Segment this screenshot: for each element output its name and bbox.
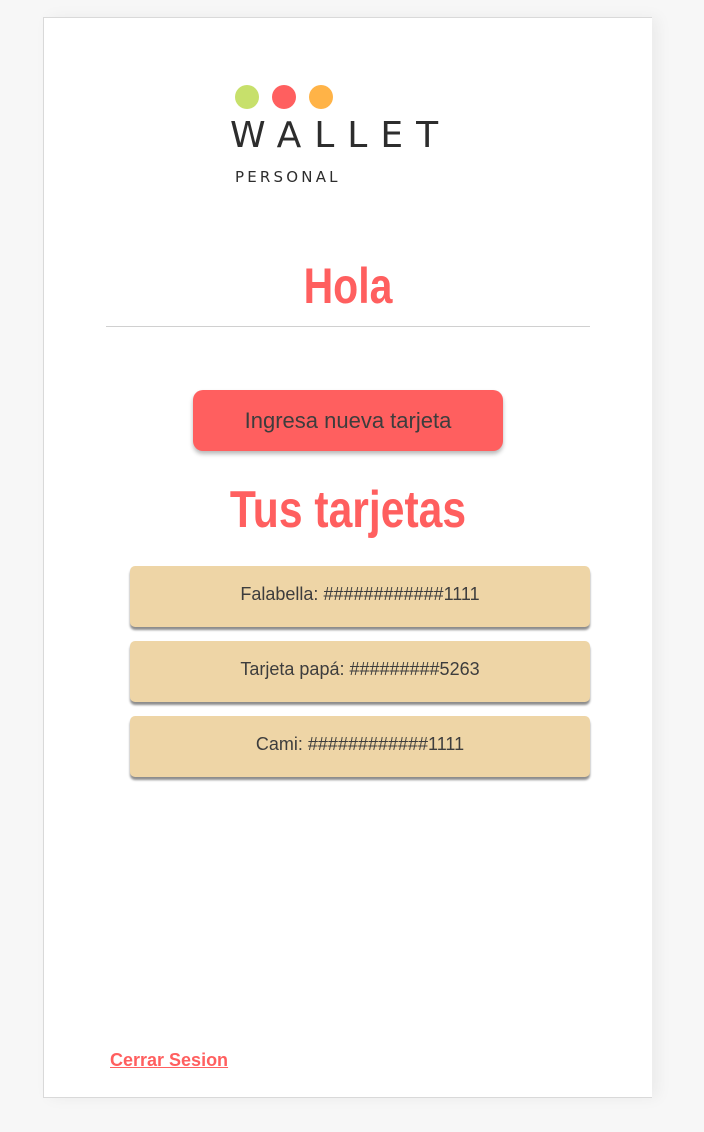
card-list: Falabella: ############1111 Tarjeta papá…	[130, 566, 590, 791]
logo-dot-green	[235, 85, 259, 109]
card-item-tarjeta-papa[interactable]: Tarjeta papá: #########5263	[130, 641, 590, 702]
cards-section-title: Tus tarjetas	[229, 481, 467, 539]
logout-link[interactable]: Cerrar Sesion	[110, 1050, 228, 1071]
logo-dot-red	[272, 85, 296, 109]
greeting-heading: Hola	[303, 258, 393, 314]
wallet-personal-logo: WALLET PERSONAL	[230, 82, 470, 192]
card-item-falabella[interactable]: Falabella: ############1111	[130, 566, 590, 627]
card-item-cami[interactable]: Cami: ############1111	[130, 716, 590, 777]
app-panel: WALLET PERSONAL Hola Ingresa nueva tarje…	[43, 17, 652, 1098]
add-card-button[interactable]: Ingresa nueva tarjeta	[193, 390, 503, 451]
logo-wordmark: WALLET	[230, 115, 452, 156]
logo-tagline: PERSONAL	[235, 168, 341, 186]
logo-dot-orange	[309, 85, 333, 109]
header-divider	[106, 326, 590, 327]
